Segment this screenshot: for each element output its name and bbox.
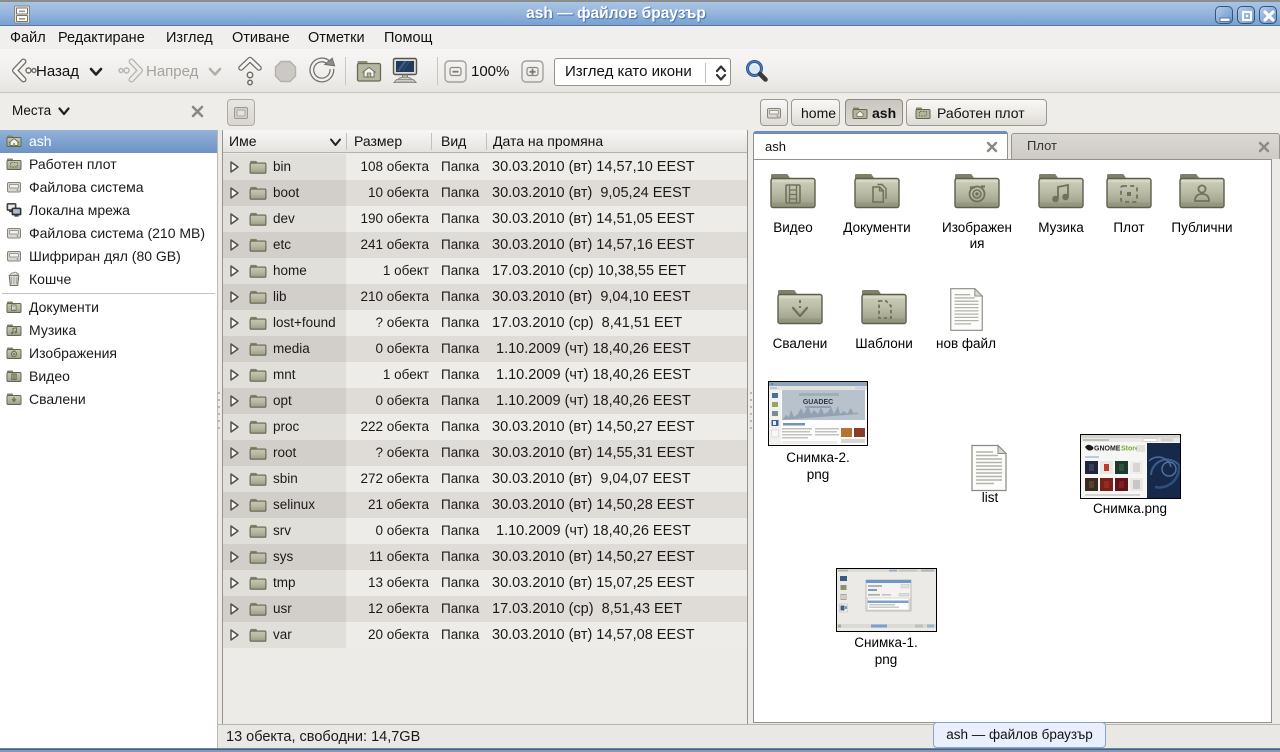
svg-text:GUADEC: GUADEC — [803, 399, 833, 406]
svg-text:GNOME: GNOME — [1094, 446, 1121, 453]
svg-text:Store: Store — [1121, 446, 1139, 453]
